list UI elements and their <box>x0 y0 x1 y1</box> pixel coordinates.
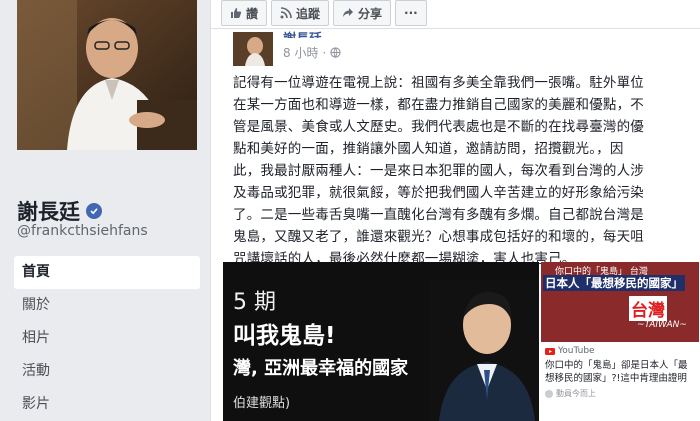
footer-avatar-icon <box>545 389 553 398</box>
thumbnail-sub-text: ~TAIWAN~ <box>637 320 687 330</box>
youtube-footer: 動員今而上 <box>545 388 695 399</box>
post-line: 點和美好的一面，推銷讓外國人知道，邀請訪問，招攬觀光。，因 <box>233 141 624 157</box>
post-line: 了。二是一些毒舌臭嘴一直醜化台灣有多醜有多爛。自己都說台灣是 <box>233 207 644 223</box>
share-button[interactable]: 分享 <box>333 0 392 26</box>
youtube-source: YouTube <box>545 346 695 356</box>
nav-item-home[interactable]: 首頁 <box>14 256 200 289</box>
page-name[interactable]: 謝長廷 <box>17 196 102 226</box>
share-arrow-icon <box>343 8 354 17</box>
nav-item-events[interactable]: 活動 <box>14 355 200 388</box>
thumbnail-big-text: 台灣 <box>629 296 667 321</box>
post-line: 在某一方面也和導遊一樣，都在盡力推銷自己國家的美麗和優點，不 <box>233 97 644 113</box>
post-timestamp[interactable]: 8 小時 · <box>283 44 341 61</box>
globe-icon <box>330 47 341 58</box>
post-time-text[interactable]: 8 小時 <box>283 44 318 61</box>
shared-youtube-card[interactable]: 你口中的「鬼島」 台灣 日本人「最想移民的國家」 台灣 ~TAIWAN~ You… <box>541 262 699 421</box>
post-author-name[interactable]: 謝長廷 <box>283 28 322 38</box>
page-action-bar: 讚 追蹤 分享 ··· <box>221 0 427 26</box>
thumbnail-headline-1: 叫我鬼島! <box>233 323 336 349</box>
nav-item-photos[interactable]: 相片 <box>14 322 200 355</box>
post-line: 鬼島，又醜又老了，誰還來觀光？心想事成包括好的和壞的，每天咀 <box>233 229 644 245</box>
thumbnail-headline-2: 灣, 亞洲最幸福的國家 <box>233 358 409 379</box>
nav-item-about[interactable]: 關於 <box>14 289 200 322</box>
post-line: 記得有一位導遊在電視上說：祖國有多美全靠我們一張嘴。駐外單位 <box>233 75 644 91</box>
youtube-video-title[interactable]: 你口中的「鬼島」卻是日本人「最想移民的國家」?!這中肯理由證明 <box>545 359 695 385</box>
page-handle: @frankcthsiehfans <box>17 223 148 239</box>
youtube-meta: YouTube 你口中的「鬼島」卻是日本人「最想移民的國家」?!這中肯理由證明 … <box>545 346 695 399</box>
like-label: 讚 <box>246 6 259 21</box>
page-sidebar: 謝長廷 @frankcthsiehfans 首頁 關於 相片 活動 影片 <box>0 0 208 421</box>
follow-button[interactable]: 追蹤 <box>271 0 330 26</box>
more-options-icon: ··· <box>404 6 418 20</box>
thumbnail-caption: 伯建觀點) <box>233 396 291 411</box>
rss-icon <box>280 7 292 19</box>
nav-item-videos[interactable]: 影片 <box>14 388 200 421</box>
post-card: 讚 追蹤 分享 ··· 謝長廷 8 小時 · 記得有一位導遊在電視上說：祖國有多… <box>210 0 700 421</box>
youtube-thumbnail[interactable]: 你口中的「鬼島」 台灣 日本人「最想移民的國家」 台灣 ~TAIWAN~ <box>541 262 699 342</box>
post-line: 管是風景、美食或人文歷史。我們代表處也是不斷的在找尋臺灣的優 <box>233 119 644 135</box>
thumbs-up-icon <box>231 8 242 18</box>
thumbnail-episode-text: 5 期 <box>233 290 276 315</box>
post-body: 記得有一位導遊在電視上說：祖國有多美全靠我們一張嘴。駐外單位 在某一方面也和導遊… <box>233 72 698 270</box>
post-line: 此，我最討厭兩種人：一是來日本犯罪的國人，每次看到台灣的人涉 <box>233 163 644 179</box>
youtube-footer-text: 動員今而上 <box>556 389 596 398</box>
post-line: 及毒品或犯罪，就很氣餒，等於把我們國人辛苦建立的好形象給污染 <box>233 185 644 201</box>
youtube-logo-icon <box>545 347 555 355</box>
like-button[interactable]: 讚 <box>221 0 268 26</box>
post-image-video-thumbnail[interactable]: 5 期 叫我鬼島! 灣, 亞洲最幸福的國家 伯建觀點) <box>223 262 539 421</box>
youtube-source-label: YouTube <box>558 346 595 356</box>
page-nav: 首頁 關於 相片 活動 影片 <box>14 256 200 421</box>
presenter-portrait <box>429 280 539 421</box>
share-label: 分享 <box>358 6 383 21</box>
more-options-button[interactable]: ··· <box>395 0 427 26</box>
page-name-text[interactable]: 謝長廷 <box>17 196 80 226</box>
thumbnail-banner-text: 日本人「最想移民的國家」 <box>543 275 685 291</box>
post-author-avatar[interactable] <box>233 32 273 66</box>
profile-photo[interactable] <box>17 0 197 150</box>
follow-label: 追蹤 <box>296 6 321 21</box>
verified-badge-icon <box>86 203 102 219</box>
